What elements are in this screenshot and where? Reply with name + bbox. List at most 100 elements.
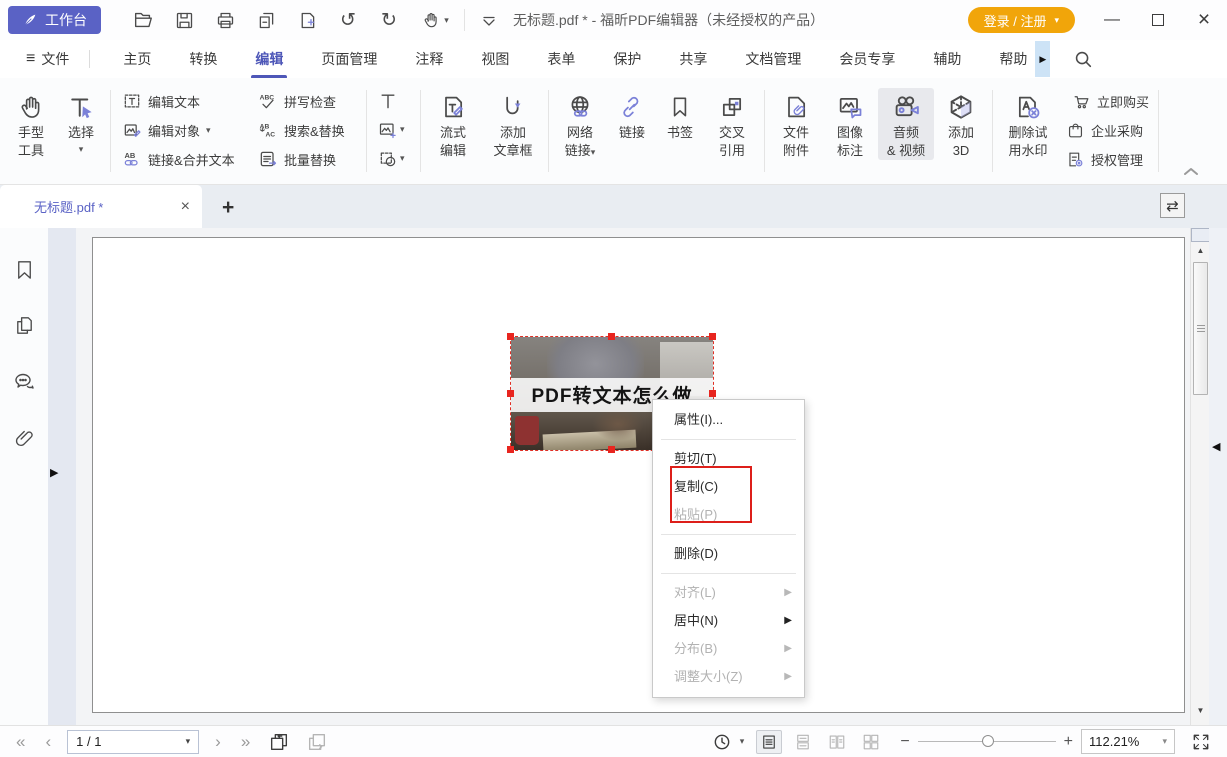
edit-object-button[interactable]: 编辑对象 ▾ [122, 119, 235, 141]
zoom-slider-thumb[interactable] [982, 735, 994, 747]
menu-item-share[interactable]: 共享 [677, 40, 709, 78]
enterprise-purchase-button[interactable]: 企业采购 [1066, 119, 1149, 141]
zoom-level-input[interactable]: 112.21% ▾ [1081, 729, 1175, 754]
spell-check-button[interactable]: ABC 拼写检查 [258, 90, 345, 112]
auto-scroll-clock-icon[interactable] [712, 732, 732, 752]
image-annotation-button[interactable]: 图像 标注 [826, 88, 874, 160]
hand-tool-button[interactable]: 手型 工具 [8, 88, 54, 160]
collapse-right-panel-arrow-icon[interactable]: ◀ [1212, 440, 1220, 453]
menu-overflow-button[interactable]: ▶ [1035, 41, 1050, 77]
document-tab[interactable]: 无标题.pdf * × [0, 185, 202, 228]
hand-gesture-icon[interactable]: ▾ [418, 8, 452, 32]
vertical-scrollbar[interactable]: ▲ ▼ [1190, 228, 1209, 725]
add-page-icon[interactable] [295, 8, 319, 32]
menu-item-comment[interactable]: 注释 [413, 40, 445, 78]
facing-continuous-view-button[interactable] [858, 730, 884, 754]
context-menu-item-delete[interactable]: 删除(D) [653, 540, 804, 568]
search-replace-button[interactable]: ABAC 搜索&替换 [258, 119, 345, 141]
selection-handle[interactable] [709, 333, 716, 340]
scrollbar-thumb[interactable] [1193, 262, 1208, 395]
close-button[interactable]: × [1181, 0, 1227, 40]
zoom-in-button[interactable]: + [1064, 733, 1073, 751]
double-chevron-down-icon[interactable] [477, 8, 501, 32]
zoom-out-button[interactable]: − [900, 733, 909, 751]
previous-page-button[interactable]: ‹ [45, 732, 51, 752]
menu-item-file[interactable]: ≡ 文件 [22, 49, 73, 69]
single-page-view-button[interactable] [756, 730, 782, 754]
new-tab-button[interactable]: + [222, 196, 234, 220]
audio-video-button[interactable]: 音频 & 视频 [878, 88, 934, 160]
add-3d-button[interactable]: 添加 3D [938, 88, 984, 160]
pages-panel-icon[interactable] [13, 314, 36, 337]
undo-icon[interactable]: ↺ [336, 8, 360, 32]
link-button[interactable]: 链接 [612, 88, 652, 142]
fullscreen-icon[interactable] [1191, 732, 1211, 752]
comments-panel-icon[interactable] [12, 370, 36, 394]
menu-item-help[interactable]: 帮助 [997, 40, 1029, 78]
cross-reference-button[interactable]: 交叉 引用 [708, 88, 756, 160]
scroll-down-icon[interactable]: ▼ [1191, 706, 1210, 715]
print-icon[interactable] [213, 8, 237, 32]
clock-caret-icon[interactable]: ▾ [740, 736, 745, 747]
search-icon[interactable] [1072, 48, 1094, 70]
facing-view-button[interactable] [824, 730, 850, 754]
bookmark-button[interactable]: 书签 [660, 88, 700, 142]
license-management-button[interactable]: 授权管理 [1066, 148, 1149, 170]
bookmarks-panel-icon[interactable] [13, 258, 36, 281]
selection-handle[interactable] [608, 446, 615, 453]
continuous-view-button[interactable] [790, 730, 816, 754]
menu-item-accessibility[interactable]: 辅助 [931, 40, 963, 78]
minimize-button[interactable]: — [1089, 0, 1135, 40]
zoom-slider[interactable] [918, 741, 1056, 742]
context-menu-item-cut[interactable]: 剪切(T) [653, 445, 804, 473]
open-file-icon[interactable] [131, 8, 155, 32]
selection-handle[interactable] [507, 390, 514, 397]
selection-handle[interactable] [507, 333, 514, 340]
link-merge-text-button[interactable]: AB 链接&合并文本 [122, 148, 235, 170]
context-menu-item-properties[interactable]: 属性(I)... [653, 406, 804, 434]
context-menu-item-center[interactable]: 居中(N)▶ [653, 607, 804, 635]
expand-panel-arrow-icon[interactable]: ▶ [50, 466, 58, 479]
file-attachment-button[interactable]: 文件 附件 [772, 88, 820, 160]
buy-now-button[interactable]: 立即购买 [1066, 90, 1149, 112]
pdf-page[interactable] [92, 237, 1185, 713]
menu-item-membership[interactable]: 会员专享 [837, 40, 897, 78]
menu-item-document-management[interactable]: 文档管理 [743, 40, 803, 78]
add-image-button[interactable]: ▾ [378, 119, 405, 140]
web-link-button[interactable]: 网络 链接▾ [554, 88, 606, 161]
menu-item-convert[interactable]: 转换 [187, 40, 219, 78]
flow-edit-button[interactable]: 流式 编辑 [428, 88, 478, 160]
menu-item-page-management[interactable]: 页面管理 [319, 40, 379, 78]
context-menu-item-copy[interactable]: 复制(C) [653, 473, 804, 501]
edit-text-button[interactable]: 编辑文本 [122, 90, 235, 112]
swap-tabs-button[interactable]: ⇄ [1160, 193, 1185, 218]
add-text-button[interactable] [378, 90, 405, 111]
redo-icon[interactable]: ↻ [377, 8, 401, 32]
save-icon[interactable] [172, 8, 196, 32]
selection-handle[interactable] [709, 390, 716, 397]
menu-item-home[interactable]: 主页 [121, 40, 153, 78]
selection-handle[interactable] [507, 446, 514, 453]
maximize-button[interactable] [1135, 0, 1181, 40]
menu-item-form[interactable]: 表单 [545, 40, 577, 78]
menu-item-view[interactable]: 视图 [479, 40, 511, 78]
collapse-ribbon-icon[interactable] [1183, 166, 1199, 176]
attachments-panel-icon[interactable] [13, 427, 36, 450]
tab-close-icon[interactable]: × [181, 198, 190, 216]
first-page-button[interactable]: « [16, 732, 25, 752]
menu-item-edit[interactable]: 编辑 [253, 40, 285, 78]
last-page-button[interactable]: » [241, 732, 250, 752]
login-register-button[interactable]: 登录 / 注册 ▾ [968, 7, 1075, 33]
select-tool-button[interactable]: 选择 ▾ [58, 88, 104, 155]
page-number-input[interactable]: 1 / 1 ▾ [67, 730, 199, 754]
add-article-box-button[interactable]: 添加 文章框 [484, 88, 542, 160]
menu-item-protect[interactable]: 保护 [611, 40, 643, 78]
selection-handle[interactable] [608, 333, 615, 340]
remove-page-icon[interactable] [254, 8, 278, 32]
workspace-button[interactable]: 工作台 [8, 6, 101, 34]
previous-view-icon[interactable] [268, 731, 290, 753]
next-view-icon[interactable] [306, 731, 328, 753]
batch-replace-button[interactable]: 批量替换 [258, 148, 345, 170]
scroll-up-icon[interactable]: ▲ [1191, 246, 1210, 255]
remove-trial-watermark-button[interactable]: 删除试 用水印 [998, 88, 1058, 160]
